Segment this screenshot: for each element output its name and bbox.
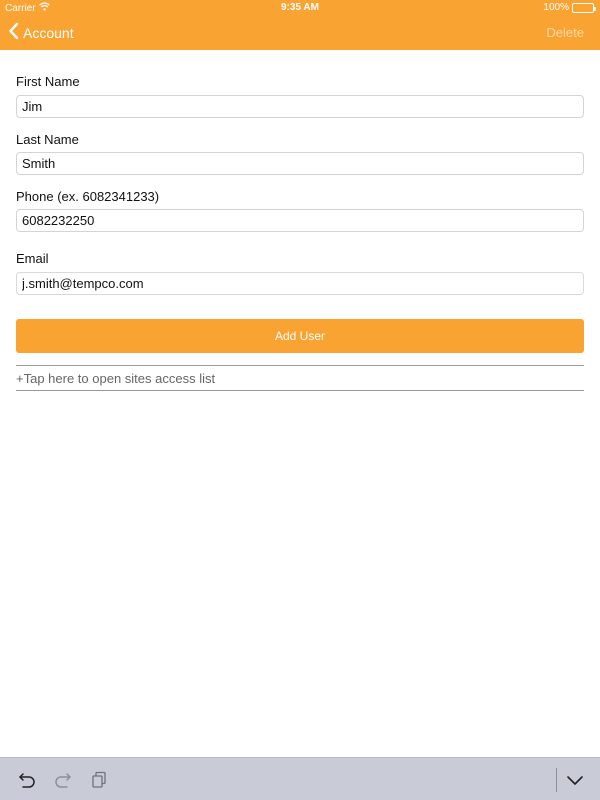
hide-keyboard-icon[interactable] bbox=[565, 770, 585, 790]
sites-access-link[interactable]: +Tap here to open sites access list bbox=[16, 365, 584, 391]
delete-button[interactable]: Delete bbox=[546, 25, 584, 40]
back-label: Account bbox=[23, 24, 74, 41]
add-user-button[interactable]: Add User bbox=[16, 319, 584, 353]
battery-icon bbox=[572, 2, 596, 13]
status-bar: Carrier 9:35 AM 100% bbox=[0, 0, 600, 16]
phone-label: Phone (ex. 6082341233) bbox=[16, 189, 160, 204]
keyboard-toolbar bbox=[0, 757, 600, 800]
header: Carrier 9:35 AM 100% Account Delete bbox=[0, 0, 600, 50]
undo-icon[interactable] bbox=[17, 770, 37, 790]
toolbar-divider bbox=[556, 768, 557, 792]
sites-access-label: +Tap here to open sites access list bbox=[16, 370, 216, 386]
chevron-left-icon bbox=[8, 22, 19, 43]
battery-percent: 100% bbox=[543, 2, 569, 13]
phone-field[interactable] bbox=[16, 209, 584, 232]
email-label: Email bbox=[16, 251, 49, 266]
last-name-label: Last Name bbox=[16, 132, 79, 147]
battery-indicator: 100% bbox=[543, 2, 596, 13]
first-name-label: First Name bbox=[16, 74, 80, 89]
navigation-bar: Account Delete bbox=[0, 16, 600, 50]
redo-icon[interactable] bbox=[53, 770, 73, 790]
back-button[interactable]: Account bbox=[8, 22, 74, 43]
status-time: 9:35 AM bbox=[281, 2, 319, 13]
paste-icon[interactable] bbox=[89, 770, 109, 790]
email-field[interactable] bbox=[16, 272, 584, 295]
first-name-field[interactable] bbox=[16, 95, 584, 118]
last-name-field[interactable] bbox=[16, 152, 584, 175]
